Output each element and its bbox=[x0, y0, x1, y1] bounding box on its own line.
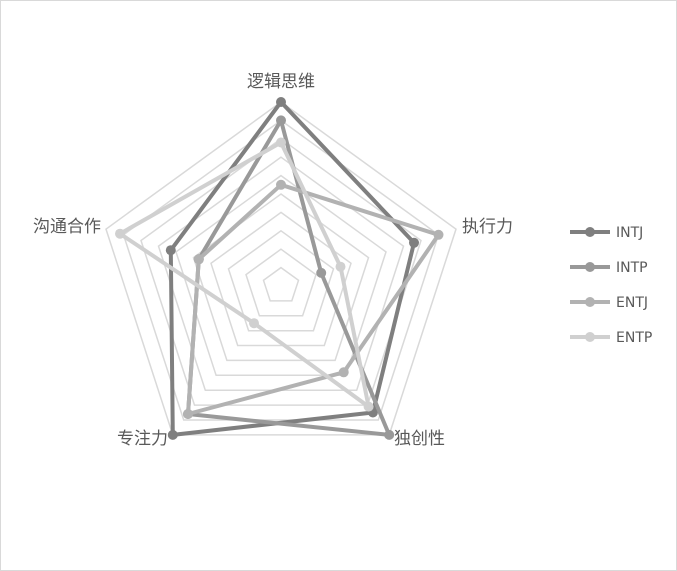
legend-item-intj: INTJ bbox=[570, 225, 643, 241]
data-point-entp-0 bbox=[276, 137, 286, 148]
data-point-entj-2 bbox=[338, 367, 349, 378]
legend-item-entj: ENTJ bbox=[570, 295, 648, 311]
legend-item-entp: ENTP bbox=[570, 330, 652, 346]
data-point-intj-0 bbox=[276, 97, 286, 107]
axis-label-originality: 独创性 bbox=[394, 429, 445, 449]
data-point-entj-3 bbox=[183, 409, 193, 419]
radar-grid bbox=[105, 101, 457, 436]
data-point-entj-0 bbox=[276, 179, 286, 190]
axis-label-communication: 沟通合作 bbox=[33, 217, 101, 237]
legend-label-intj: INTJ bbox=[616, 225, 643, 241]
axis-label-execution: 执行力 bbox=[462, 217, 513, 237]
legend-item-intp: INTP bbox=[570, 260, 648, 276]
data-point-intj-1 bbox=[409, 237, 419, 248]
data-point-intj-4 bbox=[165, 245, 176, 256]
legend-marker bbox=[585, 262, 595, 272]
grid-ring bbox=[262, 266, 300, 302]
data-point-intp-0 bbox=[276, 115, 286, 126]
legend-marker bbox=[585, 297, 595, 307]
legend: INTJ INTP ENTJ ENTP bbox=[570, 225, 652, 346]
legend-marker bbox=[585, 227, 595, 237]
data-point-entj-1 bbox=[433, 229, 444, 240]
legend-marker bbox=[585, 332, 595, 342]
data-point-entj-4 bbox=[193, 254, 204, 265]
axis-label-focus: 专注力 bbox=[117, 429, 168, 449]
data-point-intp-1 bbox=[316, 267, 327, 278]
data-point-intj-3 bbox=[167, 429, 178, 440]
legend-label-intp: INTP bbox=[616, 260, 648, 276]
radar-chart: 逻辑思维 执行力 独创性 专注力 沟通合作 INTJ INTP ENTJ ENT… bbox=[33, 72, 652, 449]
grid-ring bbox=[245, 248, 317, 317]
legend-label-entp: ENTP bbox=[616, 330, 652, 346]
data-point-intp-2 bbox=[384, 429, 395, 440]
axis-label-logic: 逻辑思维 bbox=[247, 72, 315, 92]
data-point-entp-4 bbox=[115, 228, 125, 239]
data-point-entp-3 bbox=[249, 318, 259, 329]
data-point-entp-2 bbox=[363, 401, 374, 412]
data-point-entp-1 bbox=[335, 261, 346, 272]
legend-label-entj: ENTJ bbox=[616, 295, 648, 311]
